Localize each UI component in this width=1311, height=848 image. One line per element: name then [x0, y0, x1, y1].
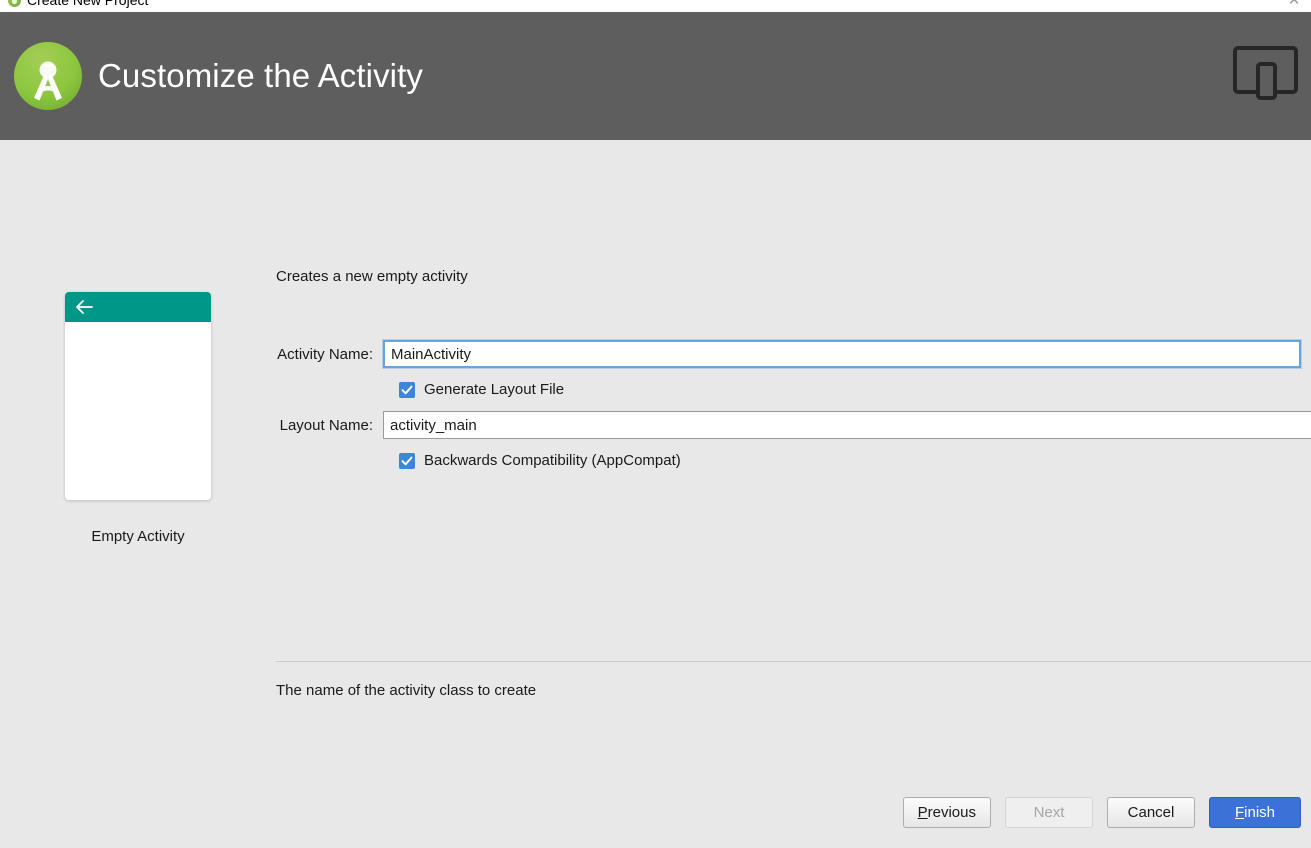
close-icon[interactable]: ✕ [1286, 0, 1302, 9]
generate-layout-file-checkbox-row[interactable]: Generate Layout File [399, 381, 564, 398]
cancel-button[interactable]: Cancel [1107, 797, 1195, 828]
window-titlebar: Create New Project ✕ [0, 0, 1311, 12]
previous-mnemonic: P [917, 804, 928, 821]
titlebar-left-group: Create New Project [8, 0, 148, 8]
finish-button[interactable]: Finish [1209, 797, 1301, 828]
android-studio-logo-icon [14, 42, 82, 110]
finish-label-rest: inish [1244, 804, 1276, 821]
window-title: Create New Project [27, 0, 149, 8]
wizard-footer: Previous Next Cancel Finish [0, 788, 1311, 848]
next-button: Next [1005, 797, 1093, 828]
checkmark-icon[interactable] [399, 452, 415, 469]
wizard-button-bar: Previous Next Cancel Finish [902, 797, 1301, 828]
activity-name-input[interactable] [383, 340, 1301, 368]
android-studio-logo-small-icon [8, 0, 21, 7]
activity-name-row: Activity Name: [276, 340, 1311, 368]
backwards-compatibility-checkbox-row[interactable]: Backwards Compatibility (AppCompat) [399, 452, 681, 469]
preview-appbar [65, 292, 211, 322]
activity-template-preview[interactable]: Empty Activity [65, 292, 211, 545]
hint-text: The name of the activity class to create [276, 682, 537, 699]
finish-mnemonic: F [1234, 804, 1245, 821]
preview-card [65, 292, 211, 500]
checkmark-icon[interactable] [399, 381, 415, 398]
previous-label-rest: revious [927, 804, 976, 821]
cancel-label: Cancel [1127, 804, 1175, 821]
next-label: Next [1033, 804, 1065, 821]
wizard-header: Customize the Activity [0, 12, 1311, 140]
back-arrow-icon [76, 300, 93, 314]
generate-layout-file-label: Generate Layout File [424, 381, 565, 398]
hint-separator [276, 661, 1311, 662]
page-title: Customize the Activity [98, 57, 423, 94]
preview-caption: Empty Activity [91, 528, 185, 545]
previous-button[interactable]: Previous [902, 797, 991, 828]
backwards-compatibility-label: Backwards Compatibility (AppCompat) [424, 452, 681, 469]
layout-name-input[interactable] [383, 411, 1311, 439]
template-description: Creates a new empty activity [276, 268, 468, 285]
layout-name-row: Layout Name: [276, 411, 1311, 439]
wizard-body: Empty Activity Creates a new empty activ… [0, 140, 1311, 848]
layout-name-label: Layout Name: [279, 416, 373, 434]
activity-name-label: Activity Name: [277, 345, 373, 363]
device-preview-icon[interactable] [1232, 44, 1299, 105]
